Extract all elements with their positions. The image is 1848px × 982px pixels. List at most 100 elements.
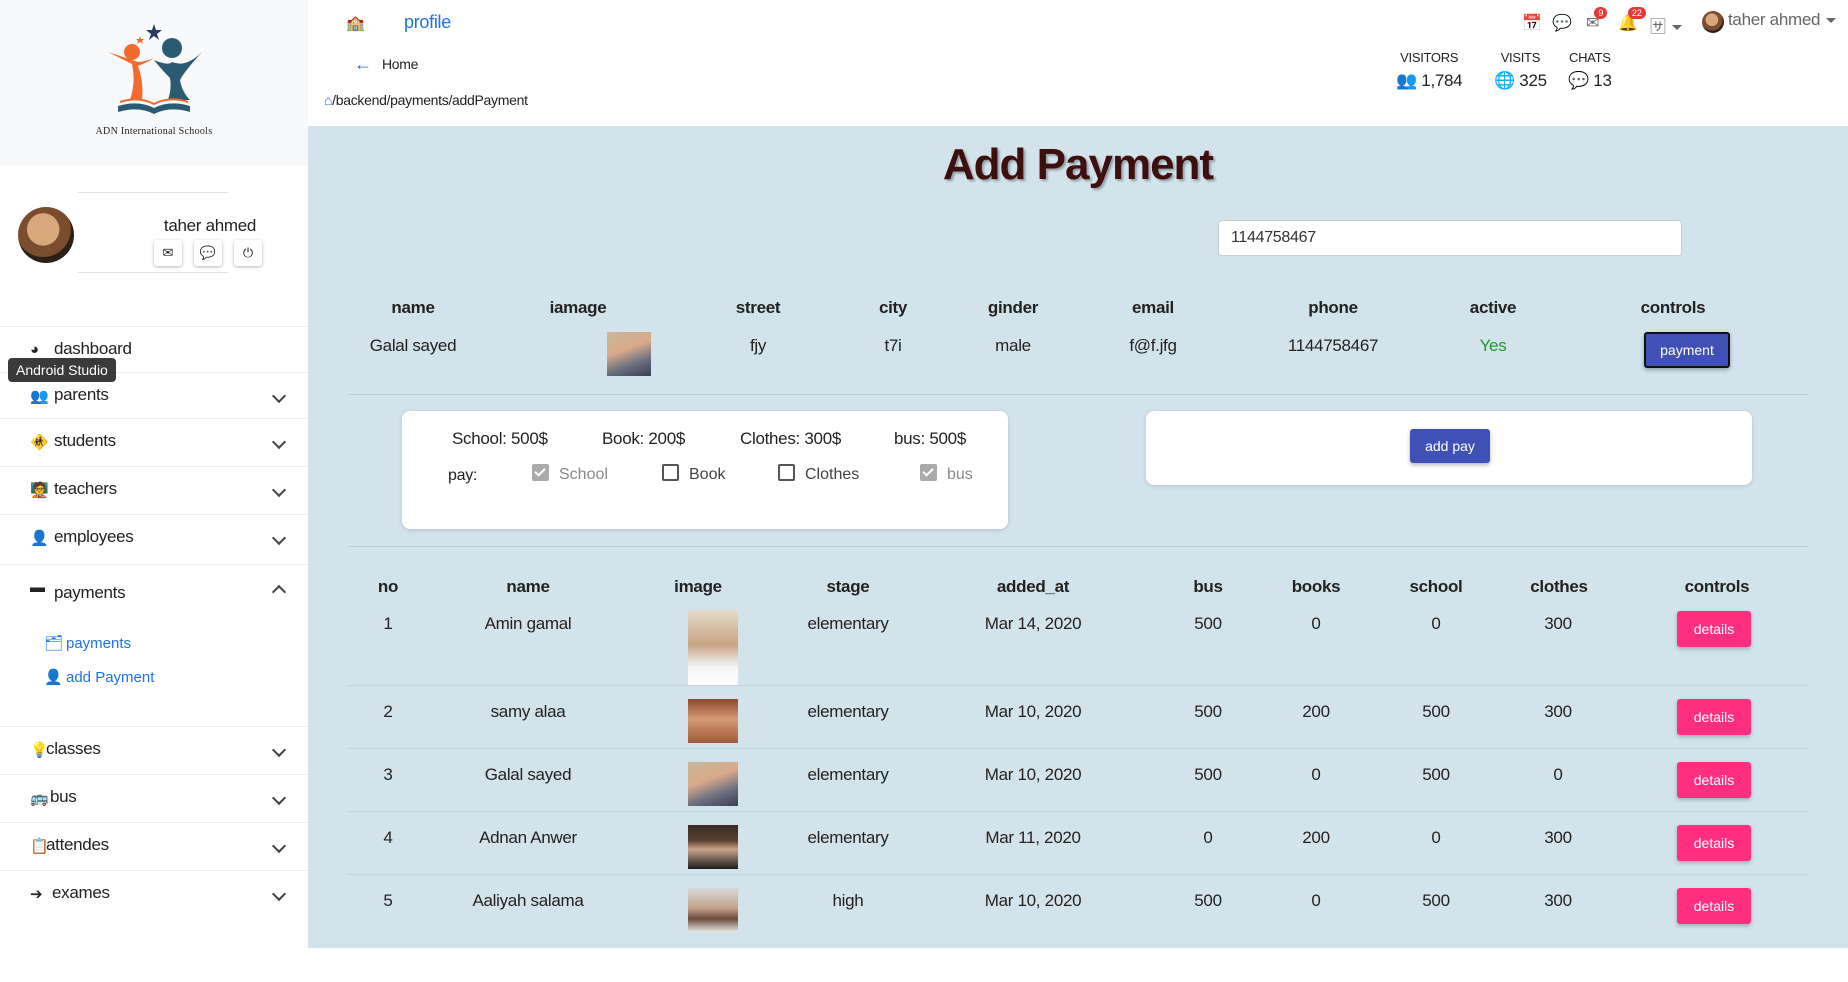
sidebar-item-label: classes [46, 739, 101, 758]
column-header: image [674, 577, 722, 596]
details-button[interactable]: details [1677, 611, 1751, 647]
sidebar-item-classes[interactable]: 💡 classes [0, 726, 308, 773]
cell-added-at: Mar 14, 2020 [984, 614, 1082, 633]
divider [348, 748, 1808, 749]
users-icon: 👥 [1396, 71, 1422, 90]
checkbox-book[interactable]: Book [662, 464, 725, 484]
cell-added-at: Mar 10, 2020 [984, 765, 1082, 784]
subitem-label: add Payment [66, 669, 155, 686]
cell-school: 500 [1422, 765, 1450, 784]
sidebar-item-students[interactable]: 🚸 students [0, 418, 308, 465]
sidebar-item-attendes[interactable]: 📋 attendes [0, 822, 308, 869]
stat-chats: CHATS 💬 13 [1568, 50, 1612, 91]
details-button[interactable]: details [1677, 888, 1751, 924]
topbar-avatar[interactable] [1702, 11, 1724, 33]
sidebar-subitem-add-payment[interactable]: 👤 add Payment [44, 668, 154, 686]
comments-icon[interactable]: 💬 [1552, 13, 1572, 33]
school-name: ADN International Schools [95, 126, 213, 137]
fee-school: School: 500$ [452, 429, 548, 448]
logo-area: ADN International Schools [0, 0, 308, 166]
sidebar: ADN International Schools taher ahmed ✉ … [0, 0, 308, 982]
language-icon[interactable]: 🈂 [1650, 13, 1683, 37]
profile-link[interactable]: profile [404, 12, 451, 33]
envelope-icon[interactable]: ✉ 9 [1586, 7, 1608, 33]
arrow-left-icon[interactable]: ← [354, 54, 372, 75]
column-header: clothes [1530, 577, 1588, 596]
checkbox-school[interactable]: School [532, 464, 608, 484]
column-header: street [735, 298, 781, 317]
details-button[interactable]: details [1677, 699, 1751, 735]
chat-button[interactable]: 💬 [194, 240, 222, 266]
home-icon[interactable]: ⌂ [324, 92, 332, 108]
cell-clothes: 300 [1544, 828, 1572, 847]
chevron-down-icon [271, 530, 287, 546]
notifications-badge: 22 [1627, 7, 1646, 19]
avatar[interactable] [18, 207, 74, 263]
tooltip: Android Studio [8, 358, 116, 382]
column-header: controls [1640, 298, 1706, 317]
subitem-label: payments [66, 635, 132, 652]
cell-added-at: Mar 10, 2020 [984, 891, 1082, 910]
cell-name: Galal sayed [484, 765, 572, 784]
bell-icon[interactable]: 🔔 22 [1618, 7, 1646, 33]
checkbox-clothes[interactable]: Clothes [778, 464, 859, 484]
details-button[interactable]: details [1677, 825, 1751, 861]
checkbox-checked [532, 464, 549, 481]
sidebar-user-name: taher ahmed [163, 216, 257, 235]
sidebar-item-exames[interactable]: ➔ exames [0, 870, 308, 917]
sidebar-item-employees[interactable]: 👤 employees [0, 514, 308, 561]
tachometer-icon: ◕ [30, 341, 40, 358]
chevron-down-icon [271, 838, 287, 854]
cell-clothes: 300 [1544, 702, 1572, 721]
checkbox-bus[interactable]: bus [920, 464, 973, 484]
cell-bus: 500 [1194, 614, 1222, 633]
parent-city: t7i [884, 336, 902, 355]
divider [78, 192, 228, 193]
topbar-user-menu[interactable]: taher ahmed [1728, 10, 1837, 30]
cell-school: 0 [1431, 828, 1441, 847]
envelope-button[interactable]: ✉ [154, 240, 182, 266]
parent-gender: male [995, 336, 1031, 355]
breadcrumb: ⌂/backend/payments/addPayment [324, 92, 528, 108]
stat-label: VISITS [1500, 50, 1541, 65]
parent-name: Galal sayed [369, 336, 457, 355]
student-image [688, 762, 738, 806]
breadcrumb-bar: ← Home ⌂/backend/payments/addPayment VIS… [308, 46, 1848, 126]
details-button[interactable]: details [1677, 762, 1751, 798]
page-title: Add Payment [942, 140, 1214, 189]
add-pay-card: add pay [1146, 411, 1752, 485]
school-logo[interactable] [98, 22, 210, 122]
cell-bus: 500 [1194, 702, 1222, 721]
sidebar-item-bus[interactable]: 🚌 bus [0, 774, 308, 821]
sidebar-subitem-payments[interactable]: 🗂 payments [44, 634, 131, 652]
logout-button[interactable]: ⏻ [234, 240, 262, 266]
checkbox-unchecked [662, 464, 679, 481]
stat-label: CHATS [1569, 50, 1611, 65]
column-header: books [1291, 577, 1341, 596]
parent-image [607, 332, 651, 376]
school-home-icon[interactable]: 🏫 [346, 14, 365, 32]
cell-stage: elementary [807, 614, 889, 633]
sidebar-item-teachers[interactable]: 🧑‍🏫 teachers [0, 466, 308, 513]
cell-clothes: 300 [1544, 891, 1572, 910]
caret-down-icon [1826, 18, 1837, 24]
sidebar-item-label: teachers [54, 479, 117, 498]
calendar-icon[interactable]: 📅 [1522, 13, 1542, 33]
home-link[interactable]: Home [382, 56, 418, 72]
payment-button[interactable]: payment [1644, 332, 1730, 368]
add-pay-button[interactable]: add pay [1410, 429, 1490, 463]
column-header: phone [1308, 298, 1358, 317]
user-plus-icon: 👤 [44, 669, 63, 686]
cell-added-at: Mar 11, 2020 [985, 828, 1081, 847]
power-icon: ⏻ [242, 245, 254, 260]
column-header: added_at [996, 577, 1070, 596]
main-content: Add Payment 1144758467 name iamage stree… [308, 126, 1848, 948]
search-input[interactable]: 1144758467 [1218, 220, 1682, 256]
stat-label: VISITORS [1400, 50, 1459, 65]
column-header: name [391, 298, 435, 317]
cell-stage: high [832, 891, 864, 910]
envelope-icon: ✉ [162, 245, 174, 260]
stat-visitors: VISITORS 👥 1,784 [1396, 50, 1463, 91]
column-header: iamage [549, 298, 607, 317]
bus-icon: 🚌 [30, 790, 49, 807]
